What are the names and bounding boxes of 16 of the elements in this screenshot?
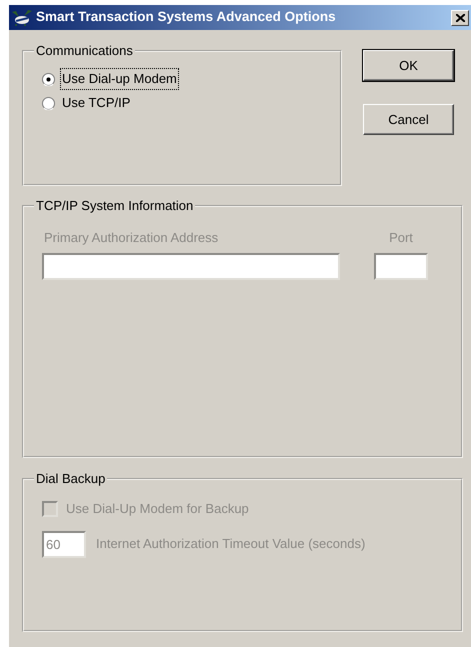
group-title: TCP/IP System Information: [35, 199, 194, 212]
group-title: Communications: [35, 44, 134, 57]
close-icon: [456, 14, 464, 22]
ok-button[interactable]: OK: [363, 50, 454, 81]
window-title: Smart Transaction Systems Advanced Options: [36, 8, 336, 26]
radio-button[interactable]: [42, 96, 55, 110]
port-label: Port: [389, 229, 413, 247]
cancel-button[interactable]: Cancel: [363, 104, 454, 135]
timeout-label: Internet Authorization Timeout Value (seconds): [96, 535, 366, 554]
radio-label[interactable]: Use TCP/IP: [60, 92, 132, 114]
group-title: Dial Backup: [35, 472, 106, 485]
radio-button[interactable]: [42, 72, 55, 86]
close-button[interactable]: [451, 10, 469, 26]
radio-label[interactable]: Use Dial-up Modem: [60, 68, 179, 90]
address-label: Primary Authorization Address: [44, 229, 220, 247]
app-icon: [11, 8, 33, 26]
